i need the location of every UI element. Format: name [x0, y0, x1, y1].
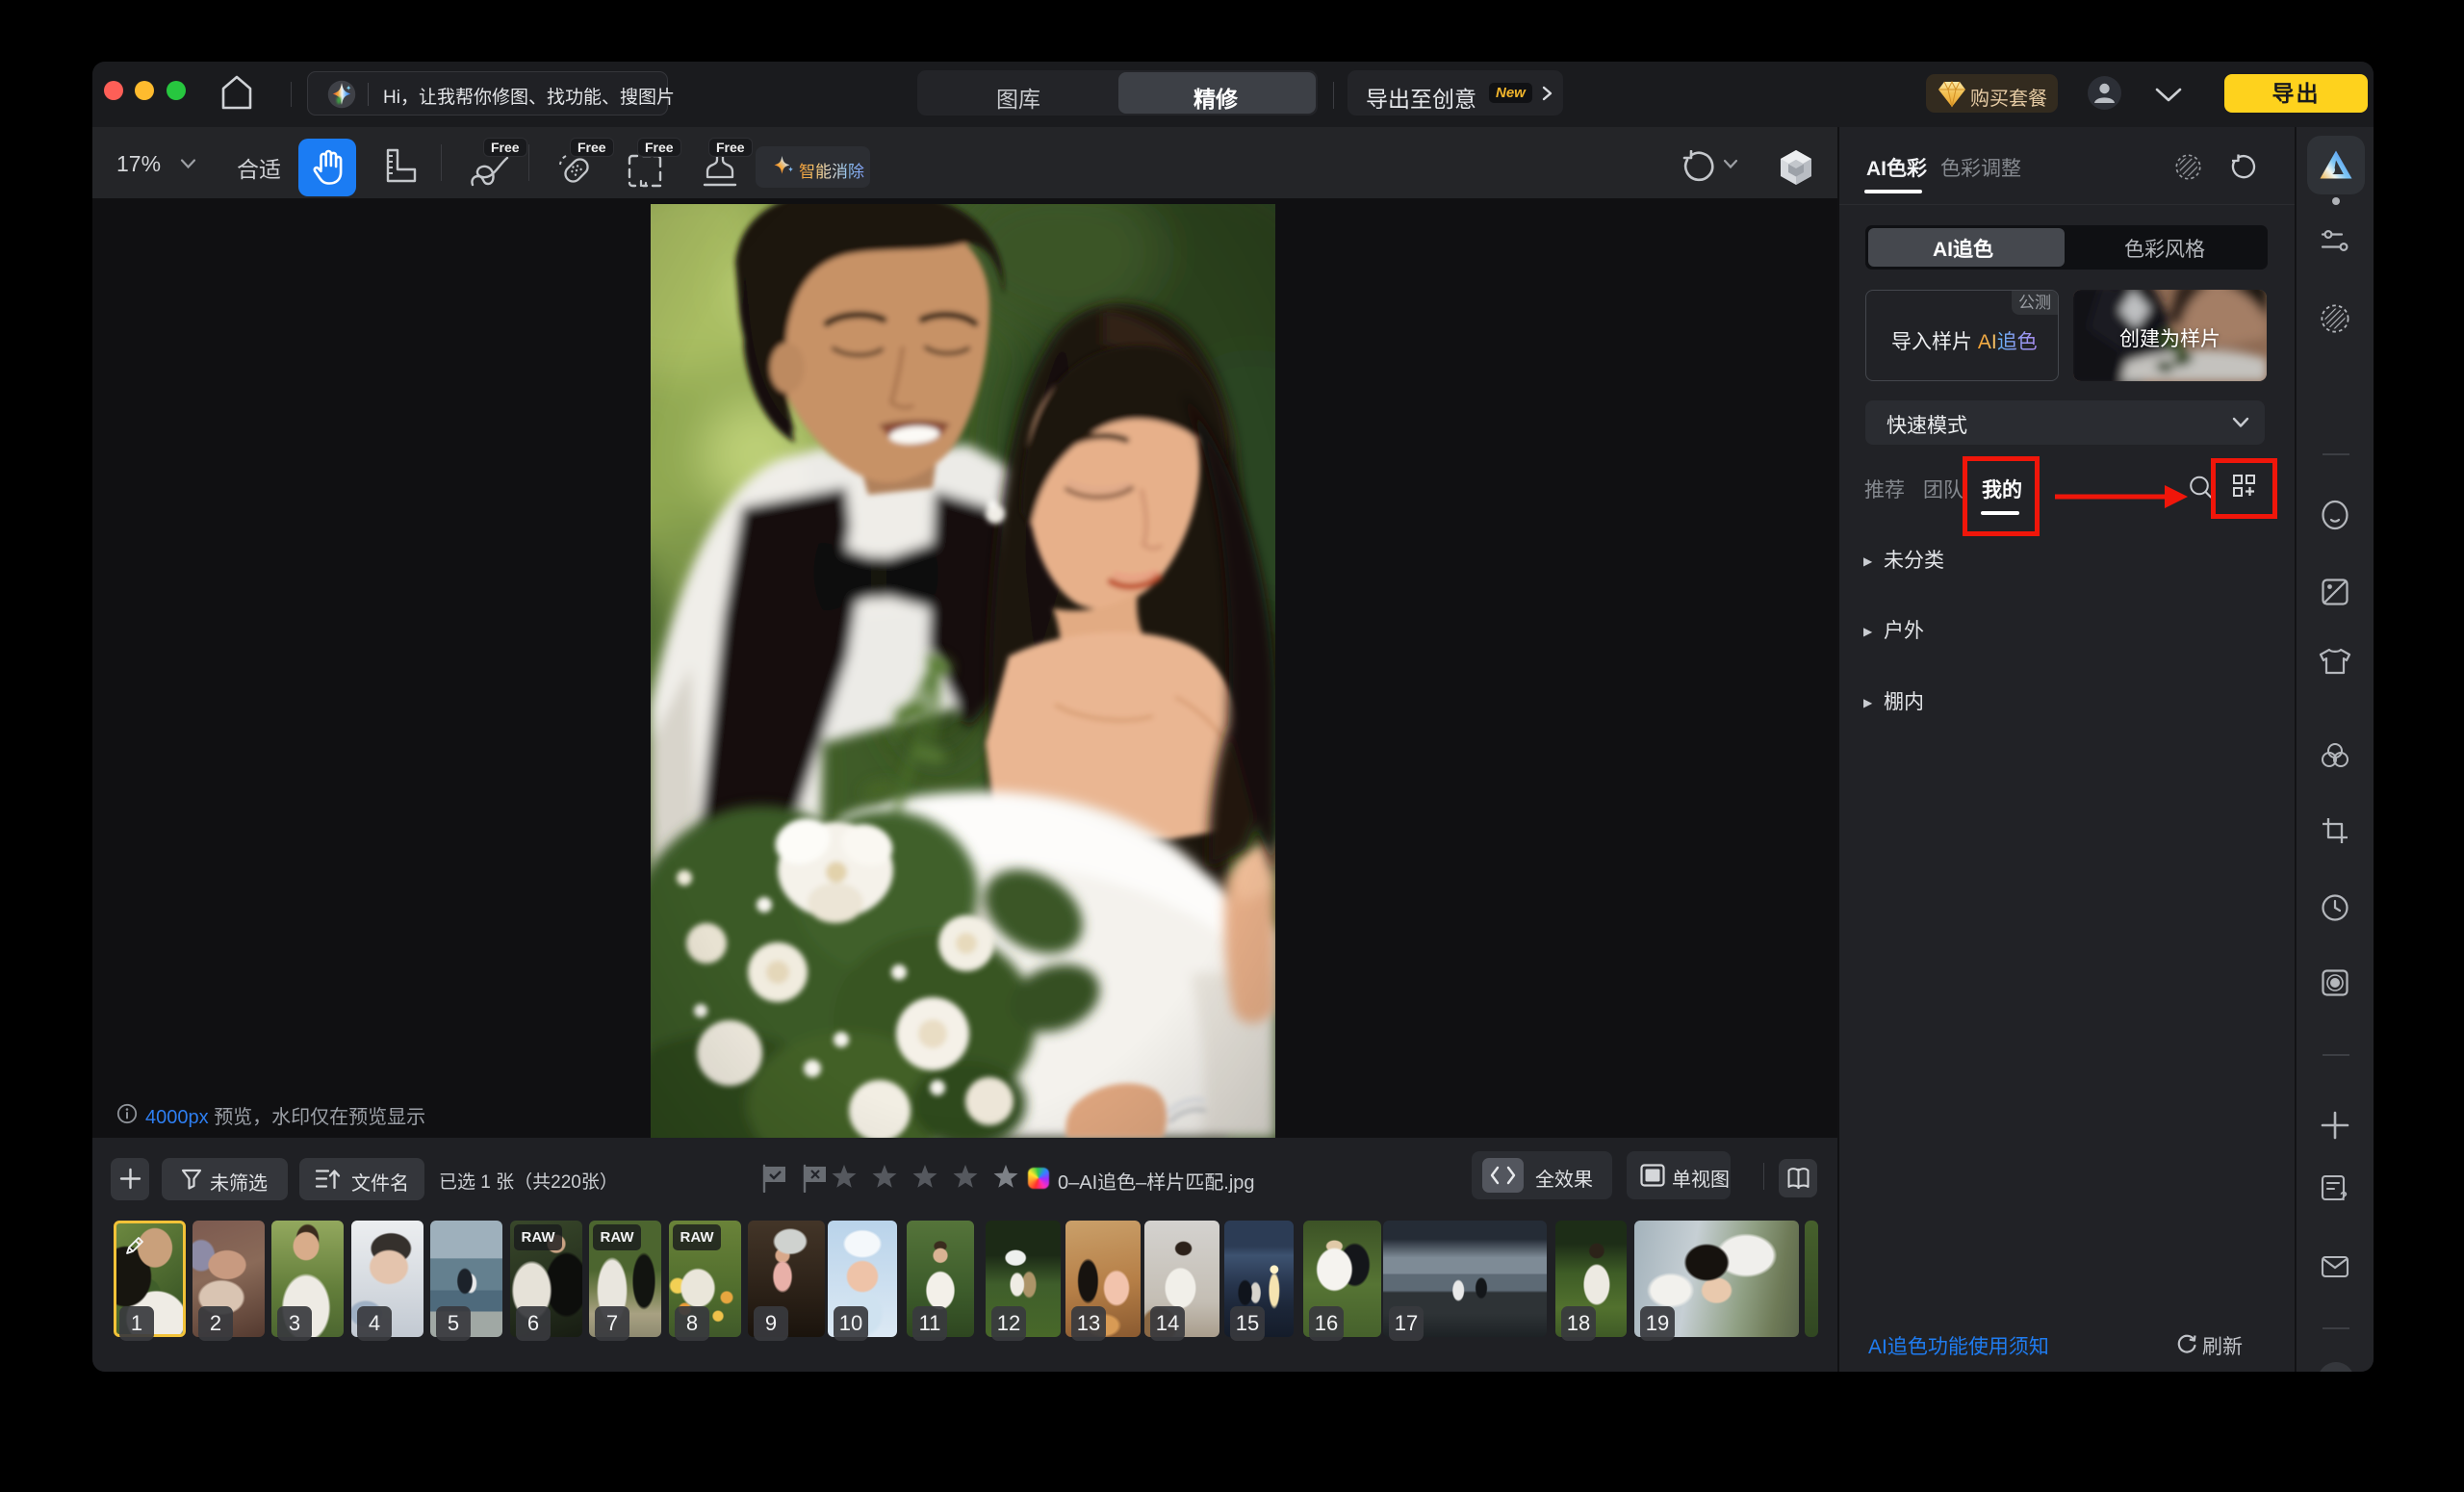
svg-text:?: ? [2340, 1189, 2348, 1203]
